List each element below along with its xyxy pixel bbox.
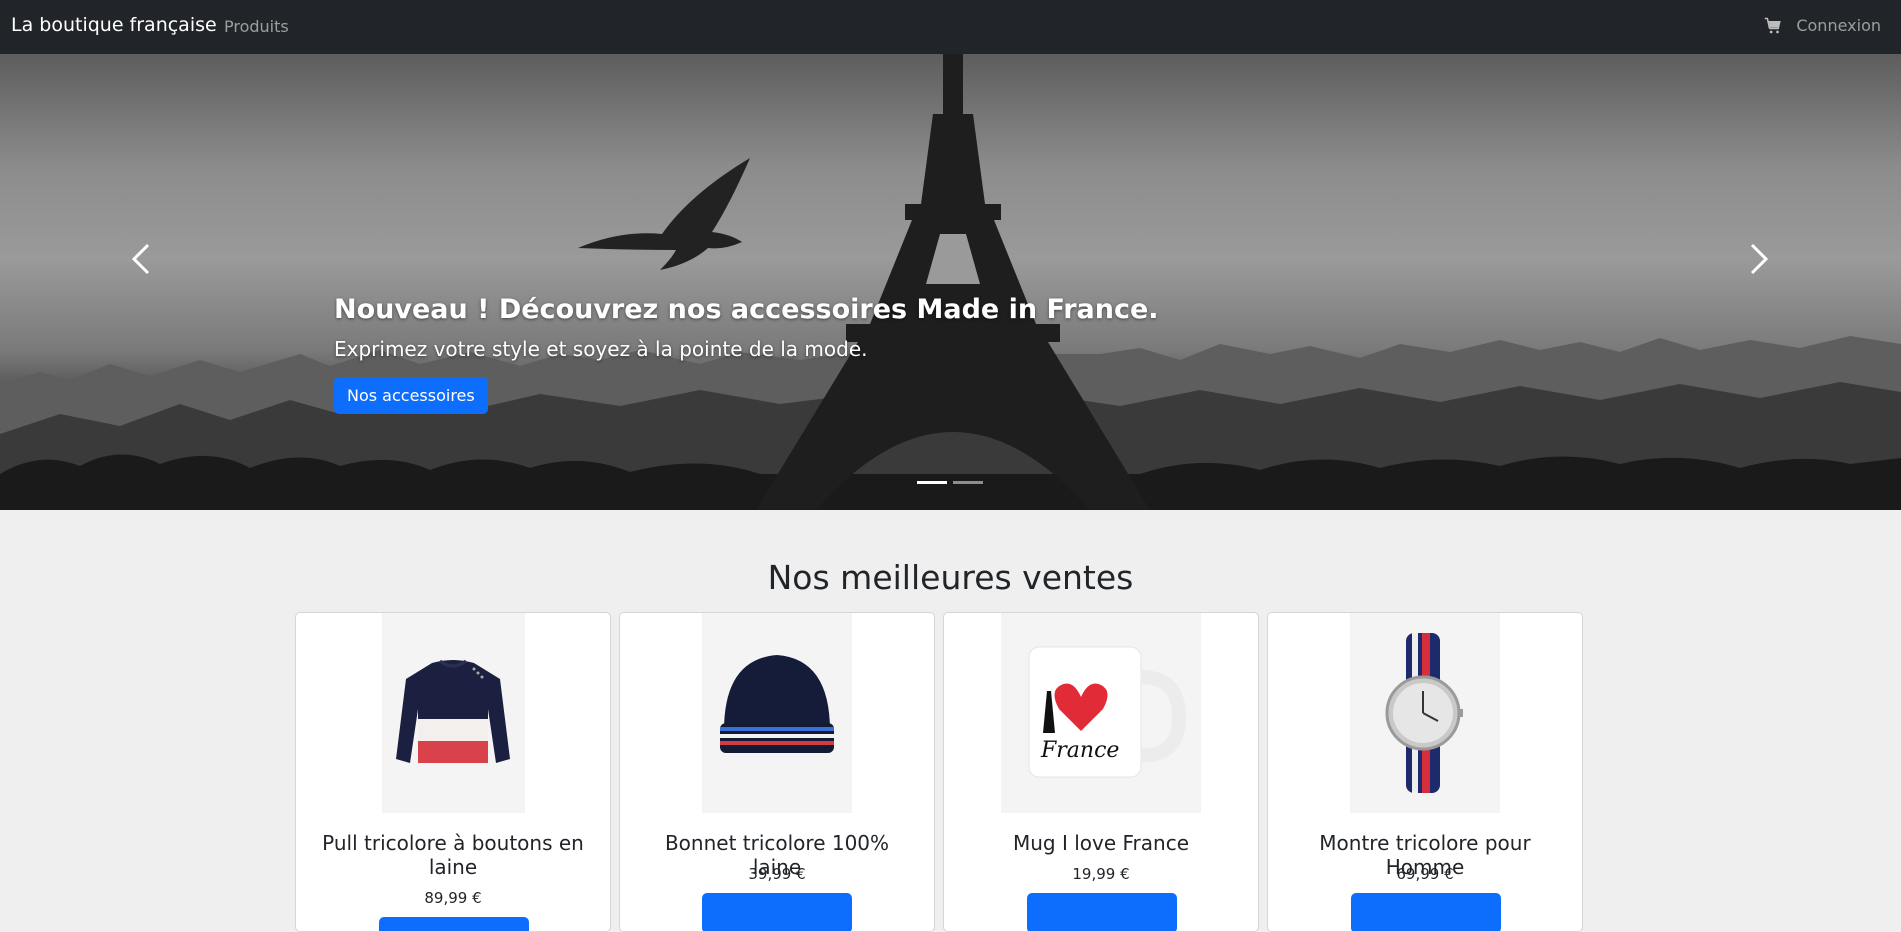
brand-link[interactable]: La boutique française <box>11 14 217 36</box>
hero-background-image <box>0 54 1901 510</box>
product-card[interactable]: Bonnet tricolore 100% laine 39,99 € <box>619 612 935 932</box>
carousel-title: Nouveau ! Découvrez nos accessoires Made… <box>334 294 1159 325</box>
product-image-mug[interactable]: France <box>1001 613 1201 813</box>
sweater-image <box>396 659 510 763</box>
cart-icon[interactable] <box>1764 17 1782 35</box>
product-price: 19,99 € <box>1072 865 1130 883</box>
carousel-indicator-2[interactable] <box>953 481 983 484</box>
product-card[interactable]: Pull tricolore à boutons en laine 89,99 … <box>295 612 611 932</box>
chevron-left-icon[interactable] <box>122 239 162 279</box>
carousel-subtitle: Exprimez votre style et soyez à la point… <box>334 337 868 361</box>
product-price: 89,99 € <box>424 889 482 907</box>
navbar: La boutique française Produits Connexion <box>0 0 1901 54</box>
carousel-indicator-1[interactable] <box>917 481 947 484</box>
product-card[interactable]: Montre tricolore pour Homme 69,99 € <box>1267 612 1583 932</box>
login-link[interactable]: Connexion <box>1796 16 1881 35</box>
product-button[interactable] <box>1027 893 1177 931</box>
carousel-indicators <box>917 481 983 484</box>
nav-right: Connexion <box>1764 16 1881 35</box>
chevron-right-icon[interactable] <box>1738 239 1778 279</box>
product-button[interactable] <box>702 893 852 931</box>
product-card[interactable]: France Mug I love France 19,99 € <box>943 612 1259 932</box>
accessories-button[interactable]: Nos accessoires <box>334 377 488 414</box>
svg-text:France: France <box>1040 738 1119 763</box>
product-name[interactable]: Mug I love France <box>964 831 1238 855</box>
product-price: 39,99 € <box>748 865 806 883</box>
product-grid: Pull tricolore à boutons en laine 89,99 … <box>295 612 1583 932</box>
product-image-sweater[interactable] <box>382 613 525 813</box>
product-price: 69,99 € <box>1396 865 1454 883</box>
beanie-image <box>720 655 834 753</box>
product-name[interactable]: Pull tricolore à boutons en laine <box>316 831 590 879</box>
watch-image <box>1385 633 1463 793</box>
section-title: Nos meilleures ventes <box>767 558 1134 597</box>
product-button[interactable] <box>379 917 529 931</box>
nav-link-produits[interactable]: Produits <box>224 17 289 36</box>
product-image-beanie[interactable] <box>702 613 852 813</box>
product-button[interactable] <box>1351 893 1501 931</box>
mug-image: France <box>1028 646 1187 778</box>
product-image-watch[interactable] <box>1350 613 1500 813</box>
carousel-caption: Nouveau ! Découvrez nos accessoires Made… <box>334 294 1159 414</box>
hero-carousel: Nouveau ! Découvrez nos accessoires Made… <box>0 54 1901 510</box>
